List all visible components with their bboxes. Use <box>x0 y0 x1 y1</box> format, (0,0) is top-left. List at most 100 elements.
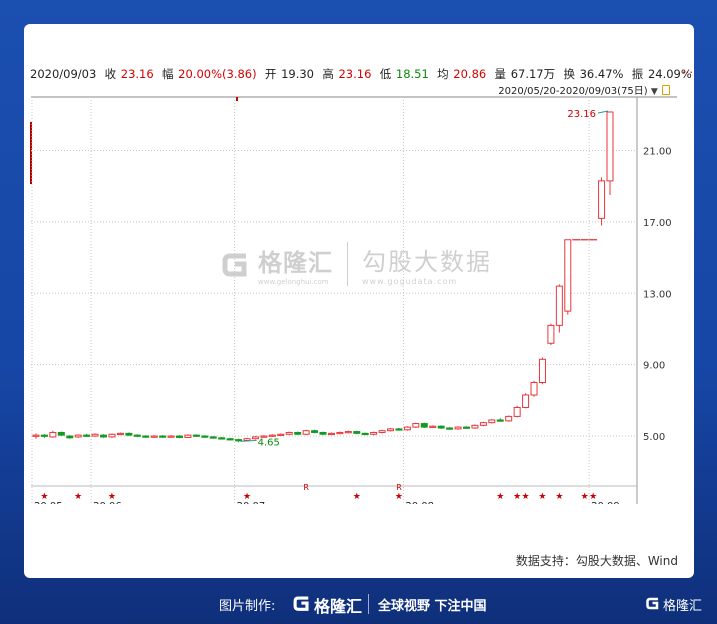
bottom-slogan: 全球视野 下注中国 <box>378 599 487 614</box>
candle-body <box>479 422 487 426</box>
candle-body <box>538 358 546 384</box>
candle-body <box>277 433 285 436</box>
event-marker: ★ <box>538 492 546 502</box>
candle-body <box>125 432 133 436</box>
candle-body <box>167 435 175 438</box>
event-marker: R <box>303 483 309 492</box>
candle-body <box>412 423 420 428</box>
event-marker: ★ <box>513 492 521 502</box>
candle-body <box>66 435 74 439</box>
candle-body <box>49 431 57 438</box>
candle-body <box>294 431 302 435</box>
max-price-label: 23.16 <box>567 109 596 120</box>
bottom-divider <box>368 594 369 614</box>
candle-body <box>488 419 496 424</box>
candle-body <box>311 430 319 433</box>
corner-brand: 格隆汇 <box>663 599 703 614</box>
candle-body <box>116 432 124 436</box>
event-marker: ★ <box>581 492 589 502</box>
y-tick-label: 21.00 <box>643 147 672 158</box>
candle-body <box>243 438 251 441</box>
candle-body <box>496 419 504 422</box>
candle-body <box>606 111 614 182</box>
made-by-label: 图片制作: <box>219 599 276 614</box>
candle-body <box>150 435 158 438</box>
event-marker: ★ <box>555 492 563 502</box>
candle-body <box>100 434 108 438</box>
event-marker: ★ <box>108 492 116 502</box>
candle-body <box>133 434 141 437</box>
candle-body <box>226 438 234 441</box>
candle-body <box>74 434 82 438</box>
candle-body <box>420 423 428 428</box>
candle-body <box>403 426 411 431</box>
candle-body <box>83 434 91 437</box>
y-tick-label: 17.00 <box>643 218 672 229</box>
top-marker <box>236 97 238 101</box>
y-tick-label: 5.00 <box>643 432 665 443</box>
y-tick-label: 13.00 <box>643 289 672 300</box>
candle-body <box>395 428 403 431</box>
candle-body <box>268 434 276 437</box>
data-source: 数据支持：勾股大数据、Wind <box>515 554 678 568</box>
candle-body <box>378 430 386 433</box>
event-marker: ★ <box>40 492 48 502</box>
candle-body <box>370 431 378 435</box>
candle-body <box>142 435 150 438</box>
candle-body <box>108 433 116 438</box>
candle-body <box>522 394 530 408</box>
bottom-banner: 图片制作: 格隆汇 全球视野 下注中国 格隆汇 <box>0 586 717 624</box>
candle-body <box>285 431 293 435</box>
candle-body <box>454 426 462 430</box>
candle-body <box>209 436 217 439</box>
candle-body <box>547 324 555 344</box>
candle-body <box>555 285 563 326</box>
event-marker: ★ <box>589 492 597 502</box>
candle-body <box>598 180 606 219</box>
event-marker: ★ <box>395 492 403 502</box>
candle-body <box>344 431 352 434</box>
candle-body <box>530 382 538 396</box>
candle-body <box>57 431 65 436</box>
candle-body <box>471 424 479 429</box>
candle-body <box>176 435 183 438</box>
candle-body <box>218 437 226 440</box>
candle-body <box>513 406 521 417</box>
min-price-label: 4.65 <box>258 437 280 448</box>
event-marker: R <box>396 483 402 492</box>
candle-body <box>184 434 192 438</box>
candle-body <box>201 435 209 438</box>
candle-body <box>437 425 445 429</box>
x-tick-label: 20.08 <box>405 501 434 504</box>
min-pointer <box>240 439 257 442</box>
candle-body <box>159 435 167 438</box>
candle-body <box>235 439 243 442</box>
chart-card: 2020/09/03 收 23.16 幅 20.00%(3.86) 开 19.3… <box>24 24 694 578</box>
candle-body <box>361 432 369 436</box>
event-marker: ★ <box>74 492 82 502</box>
candle-body <box>353 431 361 434</box>
candle-body <box>327 432 335 436</box>
y-tick-label: 9.00 <box>643 361 665 372</box>
event-marker: ★ <box>522 492 530 502</box>
candle-body <box>192 434 200 437</box>
candle-body <box>302 430 310 435</box>
candle-body <box>429 425 437 428</box>
candle-body <box>505 415 513 422</box>
candle-body <box>32 434 40 437</box>
event-marker: ★ <box>243 492 251 502</box>
gelonghui-logo-icon <box>293 596 309 611</box>
candlestick-chart: 5.009.0013.0017.0021.0020.0520.0620.0720… <box>30 96 677 504</box>
candle-body <box>91 433 99 437</box>
candle-body <box>387 428 395 432</box>
candle-body <box>319 431 327 435</box>
candle-body <box>40 434 48 437</box>
candle-body <box>564 239 572 312</box>
corner-logo-icon <box>646 597 659 610</box>
candle-body <box>336 431 344 435</box>
candle-body <box>463 426 470 429</box>
event-marker: ★ <box>353 492 361 502</box>
candle-body <box>446 427 454 430</box>
bottom-brand: 格隆汇 <box>314 597 363 616</box>
event-marker: ★ <box>496 492 504 502</box>
